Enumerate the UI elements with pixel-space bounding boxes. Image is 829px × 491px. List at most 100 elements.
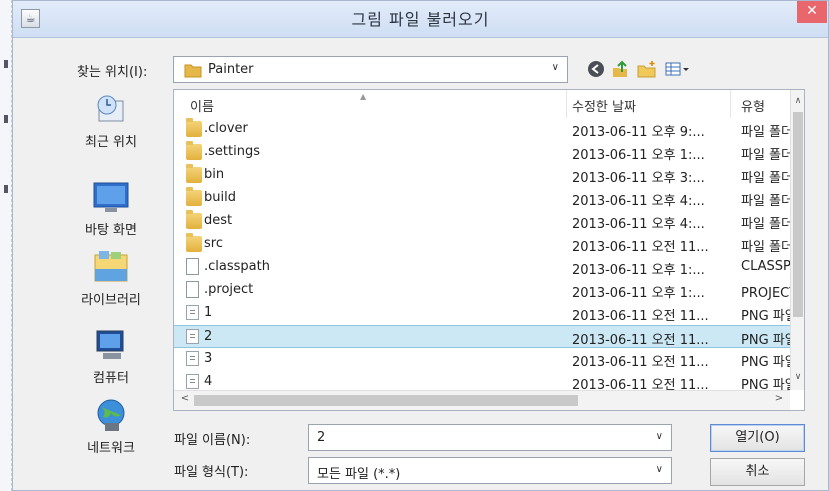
image-file-icon [186, 351, 199, 366]
file-name-label: 파일 이름(N): [174, 433, 251, 448]
desktop-background [0, 0, 12, 491]
file-row[interactable]: .settings 2013-06-11 오후 1:... 파일 폴더 [174, 141, 804, 164]
view-menu-button[interactable] [664, 59, 690, 79]
file-name: .settings [204, 144, 260, 159]
vertical-scrollbar[interactable]: ∧ ∨ [790, 90, 804, 390]
title-bar[interactable]: ☕ 그림 파일 불러오기 ✕ [13, 1, 828, 38]
file-name: bin [204, 167, 225, 182]
chevron-down-icon[interactable]: ∨ [656, 431, 663, 442]
folder-icon [186, 233, 202, 252]
up-folder-icon [613, 60, 627, 77]
look-in-value: Painter [208, 62, 254, 77]
file-rows: .clover 2013-06-11 오후 9:... 파일 폴더 .settings… [174, 118, 804, 390]
chevron-down-icon: ∨ [551, 62, 559, 73]
horizontal-scroll-thumb[interactable] [194, 395, 578, 406]
cancel-button[interactable]: 취소 [710, 458, 805, 486]
place-label: 컴퓨터 [93, 371, 129, 386]
file-name: 3 [204, 351, 213, 366]
open-button[interactable]: 열기(O) [710, 424, 805, 452]
file-list-header: 이름 ▲ 수정한 날짜 유형 [174, 90, 804, 118]
column-header-type[interactable]: 유형 [741, 96, 765, 115]
horizontal-scrollbar[interactable]: < > [174, 390, 790, 410]
place-label: 최근 위치 [85, 135, 137, 150]
file-row[interactable]: .project2013-06-11 오후 1:...PROJECT 파 [174, 279, 804, 302]
file-name: 1 [204, 305, 213, 320]
column-header-name[interactable]: 이름 [190, 96, 214, 115]
folder-icon [186, 118, 202, 137]
file-name-input[interactable]: 2 ∨ [308, 424, 672, 451]
file-icon [186, 281, 199, 298]
close-button[interactable]: ✕ [797, 1, 827, 23]
file-row[interactable]: 4 2013-06-11 오전 11... PNG 파일 [174, 371, 804, 390]
column-divider[interactable] [566, 90, 567, 118]
file-row[interactable]: .classpath2013-06-11 오후 1:...CLASSPATH [174, 256, 804, 279]
column-divider[interactable] [730, 90, 731, 118]
file-modified-date: 2013-06-11 오전 11... [572, 240, 709, 255]
place-libraries[interactable]: 라이브러리 [51, 249, 171, 308]
scroll-left-icon[interactable]: < [178, 393, 192, 409]
file-row[interactable]: src 2013-06-11 오전 11... 파일 폴더 [174, 233, 804, 256]
file-row[interactable]: .clover 2013-06-11 오후 9:... 파일 폴더 [174, 118, 804, 141]
scroll-down-icon[interactable]: ∨ [791, 372, 805, 388]
file-name: src [204, 236, 223, 251]
file-name: 4 [204, 374, 213, 389]
file-modified-date: 2013-06-11 오후 9:... [572, 125, 705, 140]
image-file-icon [186, 305, 199, 320]
up-folder-button[interactable] [610, 59, 630, 79]
place-recent[interactable]: 최근 위치 [51, 91, 171, 150]
file-modified-date: 2013-06-11 오후 1:... [572, 148, 705, 163]
place-computer[interactable]: 컴퓨터 [51, 327, 171, 386]
look-in-dropdown[interactable]: Painter ∨ [173, 56, 568, 83]
back-button[interactable] [586, 59, 606, 79]
file-name: .clover [204, 121, 248, 136]
folder-icon [186, 141, 202, 160]
image-file-icon [186, 374, 199, 389]
column-header-date[interactable]: 수정한 날짜 [572, 96, 636, 115]
file-modified-date: 2013-06-11 오후 1:... [572, 263, 705, 278]
file-row[interactable]: 3 2013-06-11 오전 11... PNG 파일 [174, 348, 804, 371]
desktop-icon [91, 179, 131, 215]
file-modified-date: 2013-06-11 오후 3:... [572, 171, 705, 186]
file-modified-date: 2013-06-11 오전 11... [572, 309, 709, 324]
file-name: 2 [204, 329, 213, 344]
file-modified-date: 2013-06-11 오후 1:... [572, 286, 705, 301]
file-type-dropdown[interactable]: 모든 파일 (*.*) ∨ [308, 457, 672, 484]
folder-icon [184, 64, 202, 78]
folder-icon [186, 164, 202, 183]
look-in-label: 찾는 위치(I): [77, 65, 148, 80]
desktop-mark [4, 185, 8, 193]
file-name: .classpath [204, 259, 270, 274]
file-row[interactable]: dest 2013-06-11 오후 4:... 파일 폴더 [174, 210, 804, 233]
computer-icon [91, 327, 131, 363]
file-modified-date: 2013-06-11 오전 11... [572, 333, 709, 348]
place-label: 바탕 화면 [85, 223, 137, 238]
file-row[interactable]: bin 2013-06-11 오후 3:... 파일 폴더 [174, 164, 804, 187]
network-icon [91, 397, 131, 433]
file-row[interactable]: 2 2013-06-11 오전 11... PNG 파일 [174, 325, 804, 348]
file-name-value: 2 [317, 430, 326, 445]
file-modified-date: 2013-06-11 오후 4:... [572, 194, 705, 209]
file-icon [186, 258, 199, 275]
new-folder-button[interactable] [636, 59, 658, 79]
file-list[interactable]: 이름 ▲ 수정한 날짜 유형 .clover 2013-06-11 오후 9:..… [173, 89, 805, 411]
file-name: dest [204, 213, 233, 228]
folder-icon [186, 210, 202, 229]
scroll-up-icon[interactable]: ∧ [791, 96, 805, 112]
place-network[interactable]: 네트워크 [51, 397, 171, 456]
file-type-label: 파일 형식(T): [174, 465, 249, 480]
desktop-mark [4, 115, 8, 123]
place-desktop[interactable]: 바탕 화면 [51, 179, 171, 238]
back-arrow-icon [588, 61, 604, 77]
vertical-scroll-thumb[interactable] [793, 112, 803, 317]
sort-indicator-icon: ▲ [360, 92, 367, 101]
libraries-icon [91, 249, 131, 285]
desktop-mark [4, 60, 8, 68]
file-row[interactable]: 1 2013-06-11 오전 11... PNG 파일 [174, 302, 804, 325]
scroll-right-icon[interactable]: > [772, 393, 786, 409]
file-name: .project [204, 282, 254, 297]
open-file-dialog: ☕ 그림 파일 불러오기 ✕ 찾는 위치(I): Painter ∨ 최근 위치… [12, 0, 829, 491]
folder-icon [186, 187, 202, 206]
file-row[interactable]: build 2013-06-11 오후 4:... 파일 폴더 [174, 187, 804, 210]
new-folder-icon [637, 61, 656, 78]
place-label: 라이브러리 [81, 293, 141, 308]
